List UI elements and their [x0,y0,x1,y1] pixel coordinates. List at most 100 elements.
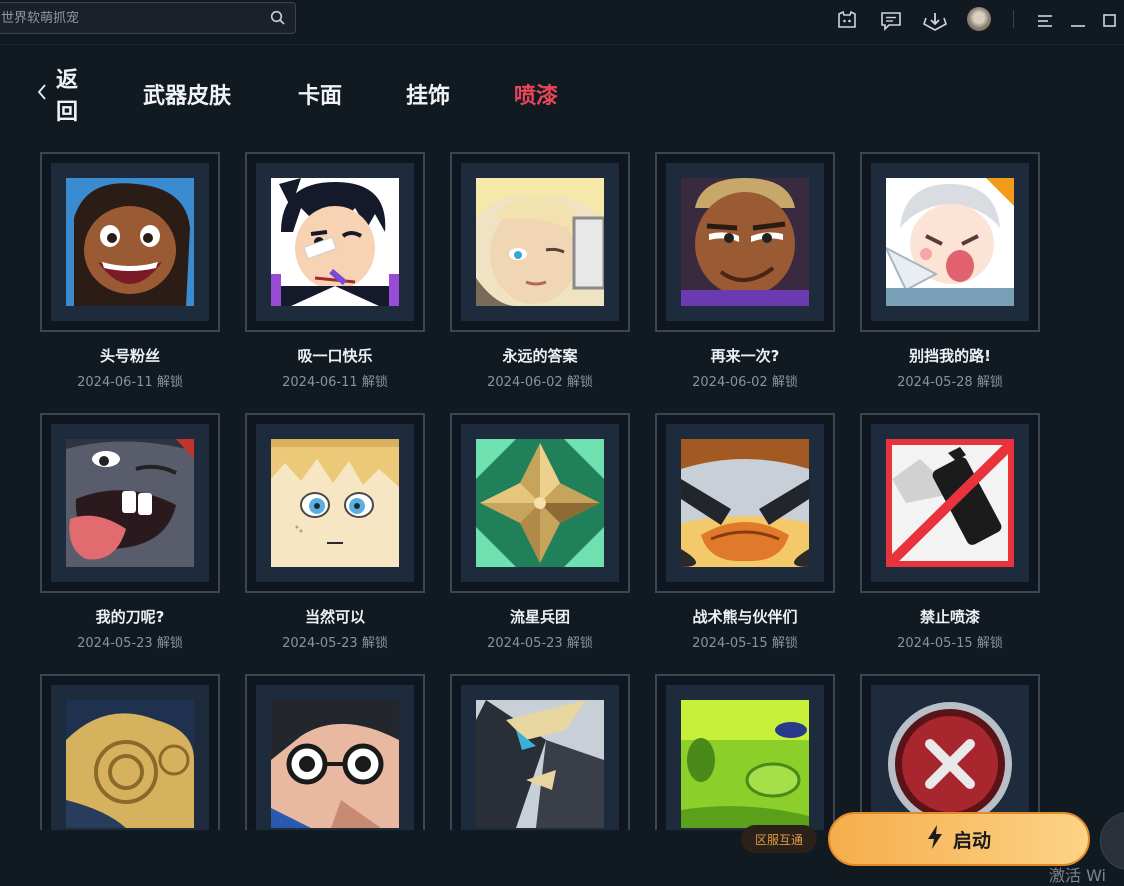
spray-thumbnail[interactable] [245,413,425,593]
spray-unlock-date: 2024-06-02 解锁 [450,371,630,390]
search-input[interactable] [0,9,265,27]
spray-card[interactable]: 再来一次? 2024-06-02 解锁 [655,152,835,390]
spray-name: 流星兵团 [509,608,570,626]
spray-thumbnail[interactable] [860,413,1040,593]
search-icon[interactable] [265,5,291,31]
search-box[interactable] [0,2,296,34]
spray-thumbnail[interactable] [245,152,425,332]
spray-unlock-date: 2024-06-02 解锁 [655,371,835,390]
region-badge: 区服互通 [741,825,817,853]
launch-button[interactable]: 启动 [828,812,1090,866]
spray-art-one-breath [271,178,399,306]
spray-art-head-fan [66,178,194,306]
spray-name: 头号粉丝 [99,347,160,365]
spray-name: 永远的答案 [502,347,578,365]
spray-art-eternal-answer [476,178,604,306]
chat-bot-icon[interactable] [834,8,860,34]
spray-art-tactibear [681,439,809,567]
spray-thumbnail[interactable] [450,413,630,593]
spray-art-where-is-my-knife [66,439,194,567]
spray-thumbnail[interactable] [450,152,630,332]
spray-card[interactable] [245,674,425,830]
spray-unlock-date: 2024-05-23 解锁 [450,632,630,651]
spray-card[interactable]: 当然可以 2024-05-23 解锁 [245,413,425,651]
back-button[interactable]: 返回 [36,68,78,125]
spray-card[interactable] [450,674,630,830]
spray-thumbnail[interactable] [655,413,835,593]
spray-thumbnail[interactable] [40,413,220,593]
spray-card[interactable]: 头号粉丝 2024-06-11 解锁 [40,152,220,390]
user-avatar[interactable] [967,7,991,31]
unlock-label: 解锁 [156,375,183,390]
spray-card[interactable]: 流星兵团 2024-05-23 解锁 [450,413,630,651]
restore-icon[interactable] [1097,8,1123,34]
date-value: 2024-05-23 [487,636,563,651]
spray-art-no-spraying [886,439,1014,567]
spray-art-red-x [886,700,1014,828]
spray-thumbnail[interactable] [40,152,220,332]
spray-name: 战术熊与伙伴们 [692,608,798,626]
spray-card[interactable] [40,674,220,830]
spray-art-green-slime [681,700,809,828]
spray-name: 禁止喷漆 [919,608,980,626]
spray-name: 吸一口快乐 [297,347,373,365]
tab-sprays[interactable]: 喷漆 [514,78,558,110]
spray-card[interactable] [860,674,1040,830]
unlock-label: 解锁 [361,375,388,390]
back-label: 返回 [56,68,79,125]
message-icon[interactable] [878,8,904,34]
tab-cards[interactable]: 卡面 [298,78,342,110]
date-value: 2024-05-15 [897,636,973,651]
spray-card[interactable] [655,674,835,830]
spray-unlock-date: 2024-05-15 解锁 [860,632,1040,651]
spray-art-glasses-girl [271,700,399,828]
spray-thumbnail[interactable] [860,674,1040,830]
spray-thumbnail[interactable] [450,674,630,830]
date-value: 2024-05-23 [282,636,358,651]
spray-unlock-date: 2024-05-23 解锁 [245,632,425,651]
unlock-label: 解锁 [976,375,1003,390]
tab-weapon-skins[interactable]: 武器皮肤 [143,78,231,110]
minimize-icon[interactable] [1065,8,1091,34]
spray-card[interactable]: 永远的答案 2024-06-02 解锁 [450,152,630,390]
spray-art-out-of-my-way [886,178,1014,306]
spray-card[interactable]: 战术熊与伙伴们 2024-05-15 解锁 [655,413,835,651]
spray-art-robot-knight [476,700,604,828]
launch-label: 启动 [952,829,991,852]
spray-thumbnail[interactable] [655,674,835,830]
spray-name: 当然可以 [304,608,365,626]
spray-thumbnail[interactable] [860,152,1040,332]
unlock-label: 解锁 [771,375,798,390]
activation-watermark: 激活 Wi [1049,866,1107,885]
spray-name: 再来一次? [710,347,780,365]
menu-icon[interactable] [1032,8,1058,34]
spray-card[interactable]: 我的刀呢? 2024-05-23 解锁 [40,413,220,651]
spray-art-meteor-legion [476,439,604,567]
spray-art-golden-clouds [66,700,194,828]
spray-name: 别挡我的路! [909,347,991,365]
unlock-label: 解锁 [771,636,798,651]
spray-unlock-date: 2024-06-11 解锁 [245,371,425,390]
spray-unlock-date: 2024-05-23 解锁 [40,632,220,651]
date-value: 2024-06-11 [282,375,358,390]
top-bar [0,0,1124,45]
spray-card[interactable]: 禁止喷漆 2024-05-15 解锁 [860,413,1040,651]
date-value: 2024-05-23 [77,636,153,651]
unlock-label: 解锁 [156,636,183,651]
spray-thumbnail[interactable] [655,152,835,332]
download-icon[interactable] [922,8,948,34]
spray-name: 我的刀呢? [95,608,165,626]
unlock-label: 解锁 [361,636,388,651]
chevron-left-icon [36,83,48,105]
spray-thumbnail[interactable] [245,674,425,830]
spray-grid: 头号粉丝 2024-06-11 解锁 吸一口快乐 2024-06-11 解锁 永… [0,140,1124,830]
date-value: 2024-05-28 [897,375,973,390]
tab-charms[interactable]: 挂饰 [406,78,450,110]
spray-art-of-course [271,439,399,567]
spray-card[interactable]: 别挡我的路! 2024-05-28 解锁 [860,152,1040,390]
spray-thumbnail[interactable] [40,674,220,830]
date-value: 2024-05-15 [692,636,768,651]
divider [1013,10,1014,28]
date-value: 2024-06-02 [487,375,563,390]
spray-card[interactable]: 吸一口快乐 2024-06-11 解锁 [245,152,425,390]
